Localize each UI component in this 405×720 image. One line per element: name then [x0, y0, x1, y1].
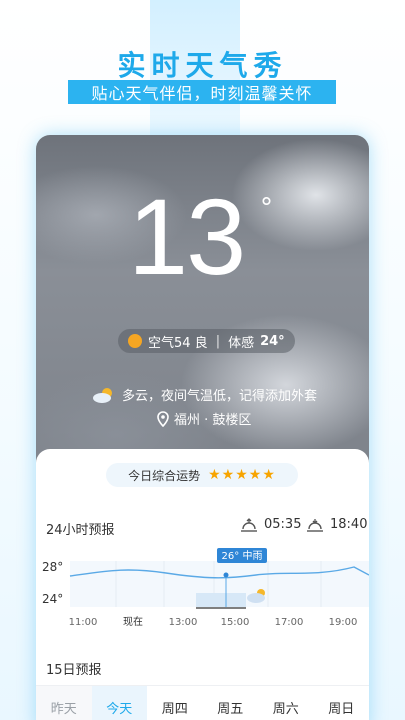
now-dot — [223, 572, 229, 578]
day-tab-today[interactable]: 今天 — [91, 686, 147, 720]
air-quality-text: 空气54 良 — [148, 335, 208, 351]
hourly-chart[interactable]: 26° 中雨 28° 24° 11:00 现在 13:00 15:00 17:0… — [36, 541, 369, 631]
y-low-label: 24° — [42, 592, 63, 606]
sunrise-time: 05:35 — [264, 517, 302, 532]
sun-dot-icon — [128, 334, 142, 348]
promo-headline: 实时天气秀 — [117, 49, 288, 82]
day-tab-sunday[interactable]: 周日 — [314, 686, 370, 720]
sunset-icon — [307, 518, 323, 532]
sunrise: 05:35 — [240, 517, 301, 532]
fortune-badge[interactable]: 今日综合运势 ★★★★★ — [106, 463, 298, 487]
time-label: 15:00 — [221, 617, 250, 628]
sunset-time: 18:40 — [330, 517, 368, 532]
partly-cloudy-icon — [93, 387, 112, 403]
time-label-now: 现在 — [123, 616, 143, 628]
location-pin-icon — [157, 410, 169, 427]
weather-tip: 多云，夜间气温低，记得添加外套 — [92, 385, 317, 404]
day-tab-yesterday[interactable]: 昨天 — [36, 686, 92, 720]
forecast-panel: 今日综合运势 ★★★★★ 24小时预报 05:35 18:40 26° 中雨 2… — [36, 449, 369, 720]
feels-like-value: 24° — [260, 333, 285, 349]
day-tab-friday[interactable]: 周五 — [203, 686, 259, 720]
time-label: 11:00 — [69, 617, 98, 628]
current-temperature: 13 — [128, 176, 246, 297]
air-quality-badge[interactable]: 空气54 良 | 体感 24° — [118, 329, 295, 353]
location[interactable]: 福州 · 鼓楼区 — [156, 409, 251, 428]
day-tab-thursday[interactable]: 周四 — [147, 686, 203, 720]
time-label: 19:00 — [329, 617, 358, 628]
fortune-stars: ★★★★★ — [208, 467, 276, 483]
divider: | — [215, 333, 221, 349]
tip-text: 多云，夜间气温低，记得添加外套 — [122, 389, 318, 404]
time-label: 13:00 — [169, 617, 198, 628]
fortune-label: 今日综合运势 — [128, 468, 201, 483]
now-highlight — [196, 593, 246, 607]
badge-text: 26° 中雨 — [222, 549, 263, 562]
sunrise-icon — [241, 517, 257, 532]
weather-card[interactable]: 13 ° 空气54 良 | 体感 24° 多云，夜间气温低，记得添加外套 福州 … — [36, 135, 369, 720]
day-tab-saturday[interactable]: 周六 — [258, 686, 314, 720]
location-text: 福州 · 鼓楼区 — [174, 413, 252, 428]
daily-tabs: 昨天 今天 周四 周五 周六 周日 — [36, 685, 369, 720]
promo-subline: 贴心天气伴侣，时刻温馨关怀 — [68, 80, 336, 104]
y-high-label: 28° — [42, 560, 63, 574]
hourly-title: 24小时预报 — [46, 523, 115, 538]
sunset: 18:40 — [306, 517, 367, 532]
daily-title: 15日预报 — [46, 663, 102, 678]
degree-symbol: ° — [260, 193, 273, 223]
feels-like-label: 体感 — [228, 335, 255, 351]
time-label: 17:00 — [275, 617, 304, 628]
